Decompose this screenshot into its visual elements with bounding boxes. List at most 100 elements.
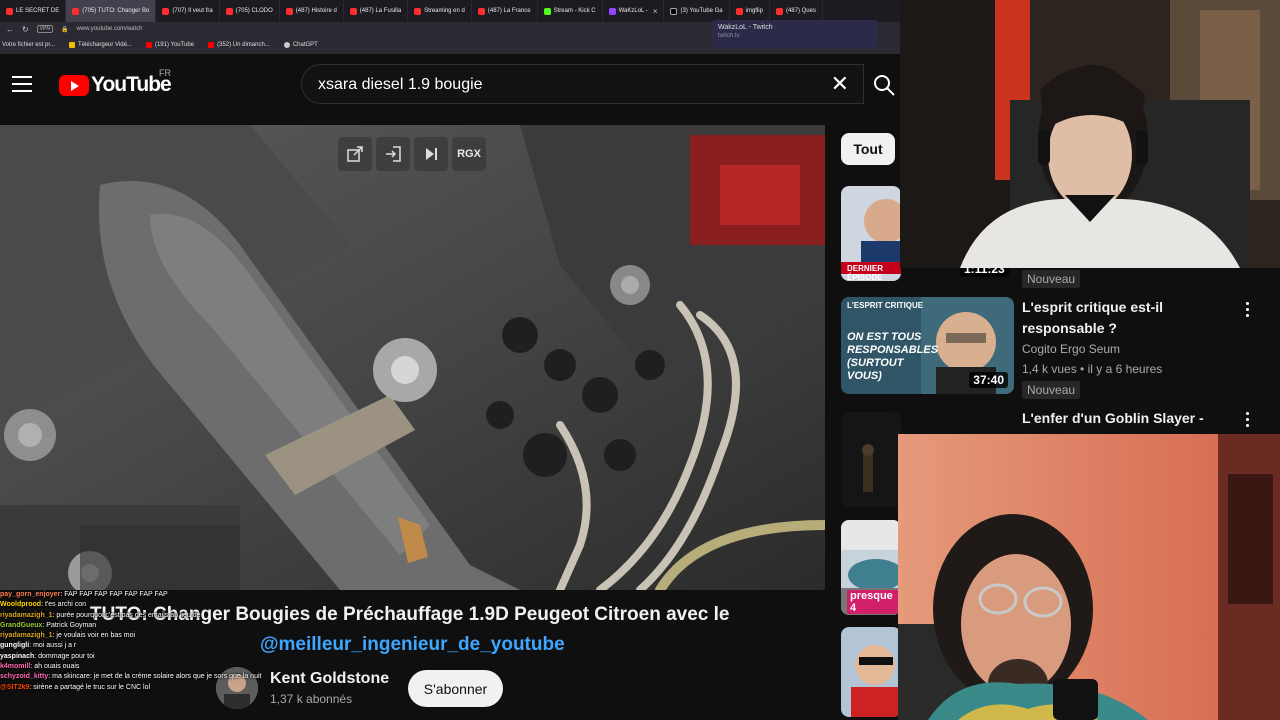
more-options-icon[interactable] [1244,412,1250,427]
hamburger-menu-icon[interactable] [12,76,32,92]
recommendation-channel[interactable]: Cogito Ergo Seum [1022,339,1120,359]
recommendation-thumbnail[interactable]: presque 4 [841,520,901,615]
kick-icon [543,7,551,15]
chip-all[interactable]: Tout [841,133,895,165]
tooltip-title: WakzLoL - Twitch [718,24,773,31]
chat-message: riyadamazigh_1: je voulais voir en bas m… [0,632,136,640]
browser-tab[interactable]: (487) Histoire d [280,0,344,22]
search-box[interactable]: xsara diesel 1.9 bougie ✕ [301,64,864,104]
new-badge: Nouveau [1022,381,1081,399]
enter-icon[interactable] [376,137,410,171]
recommendation-title[interactable]: L'enfer d'un Goblin Slayer - [1022,408,1232,429]
search-icon[interactable] [872,73,896,97]
popout-icon[interactable] [338,137,372,171]
chat-message: yaspinach: dommage pour toi [0,652,95,660]
youtube-icon [225,7,233,15]
thumbnail-caption: DERNIER ÉPISODE [847,264,884,281]
stream-chat-overlay: pay_gorn_enjoyer: FAP FAP FAP FAP FAP FA… [0,590,280,720]
chat-text: ma skincare: je met de la crème solaire … [52,673,262,681]
chat-message: gungligli: moi aussi j a r [0,642,77,650]
url-text[interactable]: www.youtube.com/watch [76,26,142,32]
youtube-icon [477,7,485,15]
chat-username: GrandGueux [0,621,43,629]
youtube-play-icon [59,74,89,96]
tab-label: (3) YouTube Ga [680,8,723,14]
youtube-icon [72,7,80,15]
vpn-badge[interactable]: VPN [36,25,53,33]
chat-text: Patrick Goyman [46,621,97,629]
bookmark-4[interactable]: ChatGPT [283,42,318,48]
bookmark-label: (352) Un dimanch... [217,42,270,48]
browser-tab[interactable]: Streaming en d [408,0,472,22]
bookmark-3[interactable]: (352) Un dimanch... [208,42,270,48]
search-input[interactable]: xsara diesel 1.9 bougie [318,76,483,94]
video-overlay-controls: RGX [338,137,486,171]
recommendation-title[interactable]: L'esprit critique est-il responsable ? [1022,297,1232,339]
browser-tab[interactable]: LE SECRET DE [0,0,67,22]
recommendation-thumbnail[interactable]: DERNIER ÉPISODE [841,186,901,281]
browser-tab[interactable]: (487) La France [472,0,538,22]
chat-username: gungligli [0,642,30,650]
thumbnail-caption: L'ESPRIT CRITIQUE [847,301,924,310]
recommendation-thumbnail[interactable] [841,627,901,717]
chatgpt-icon [283,42,290,48]
tab-label: WaKzLoL - [618,8,648,14]
x-icon [670,7,678,15]
tab-label: imgflip [745,8,763,14]
more-options-icon[interactable] [1244,302,1250,317]
chat-message: pay_gorn_enjoyer: FAP FAP FAP FAP FAP FA… [0,591,168,598]
new-badge: Nouveau [1022,270,1081,288]
bookmark-label: ChatGPT [292,42,318,48]
screen: LE SECRET DE (705) TUTO: Changer Bo (707) … [0,0,1280,720]
clear-icon[interactable]: ✕ [831,73,849,95]
video-title-mention-link[interactable]: @meilleur_ingenieur_de_youtube [260,634,565,656]
youtube-icon [162,7,170,15]
back-icon[interactable]: ← [6,25,14,34]
browser-tab[interactable]: Stream - Kick C [538,0,603,22]
chat-username: Wooldprood [0,601,42,609]
country-code: FR [159,68,171,78]
youtube-logo[interactable]: YouTube FR [59,68,172,97]
recommendation-thumbnail[interactable] [841,412,901,507]
bookmark-0[interactable]: Votre fichier est pr... [2,42,55,48]
browser-tab[interactable]: (3) YouTube Ga [664,0,730,22]
chat-text: FAP FAP FAP FAP FAP FAP FAP [64,591,168,598]
chat-username: pay_gorn_enjoyer [0,591,61,598]
chat-username: k4momill [0,663,31,671]
video-player[interactable]: RGX [0,125,825,590]
chat-message: @SIT2k9: sirène a partagé le truc sur le… [0,683,151,691]
tab-label: (707) Il veut fra [172,8,213,14]
subscribe-button[interactable]: S'abonner [408,670,503,707]
close-tab-icon[interactable]: × [653,7,658,16]
chat-username: riyadamazigh_1 [0,611,53,619]
subscriber-count: 1,37 k abonnés [270,692,353,706]
youtube-header: YouTube FR xsara diesel 1.9 bougie ✕ [0,54,900,116]
browser-tab[interactable]: (487) La Fusilla [344,0,409,22]
reload-icon[interactable]: ↻ [22,25,29,34]
thumbnail-caption: presque 4 [847,590,901,614]
tab-label: (705) CLODO [235,8,273,14]
recommendation-meta: 1,4 k vues • il y a 6 heures [1022,362,1163,376]
browser-tab[interactable]: (705) TUTO: Changer Bo [66,0,157,22]
chat-username: yaspinach [0,652,35,660]
chat-message: riyadamazigh_1: purée pourquoi c'est pas… [0,611,201,619]
skip-next-icon[interactable] [414,137,448,171]
bookmark-1[interactable]: Téléchargeur Vidé... [69,42,132,48]
channel-name[interactable]: Kent Goldstone [270,670,389,688]
thumbnail-text: ON EST TOUS RESPONSABLES (SURTOUT VOUS) [847,331,939,382]
browser-tab[interactable]: (705) CLODO [220,0,280,22]
chat-text: t'es archi con [44,601,87,609]
browser-tab[interactable]: (707) Il veut fra [156,0,220,22]
chat-message: Wooldprood: t'es archi con [0,601,87,609]
chat-username: riyadamazigh_1 [0,632,53,640]
recommendation-thumbnail[interactable]: L'ESPRIT CRITIQUE ON EST TOUS RESPONSABL… [841,297,1014,394]
browser-tab[interactable]: (487) Ques [770,0,823,22]
browser-tab[interactable]: WaKzLoL - × [603,0,665,22]
chat-message: GrandGueux: Patrick Goyman [0,621,97,629]
chat-username: schyzoid_kitty [0,673,49,681]
chat-message: schyzoid_kitty: ma skincare: je met de l… [0,673,262,681]
browser-tab[interactable]: imgflip [730,0,770,22]
rgx-button[interactable]: RGX [452,137,486,171]
bookmark-2[interactable]: (191) YouTube [145,42,194,48]
tab-label: (487) La Fusilla [359,8,402,14]
